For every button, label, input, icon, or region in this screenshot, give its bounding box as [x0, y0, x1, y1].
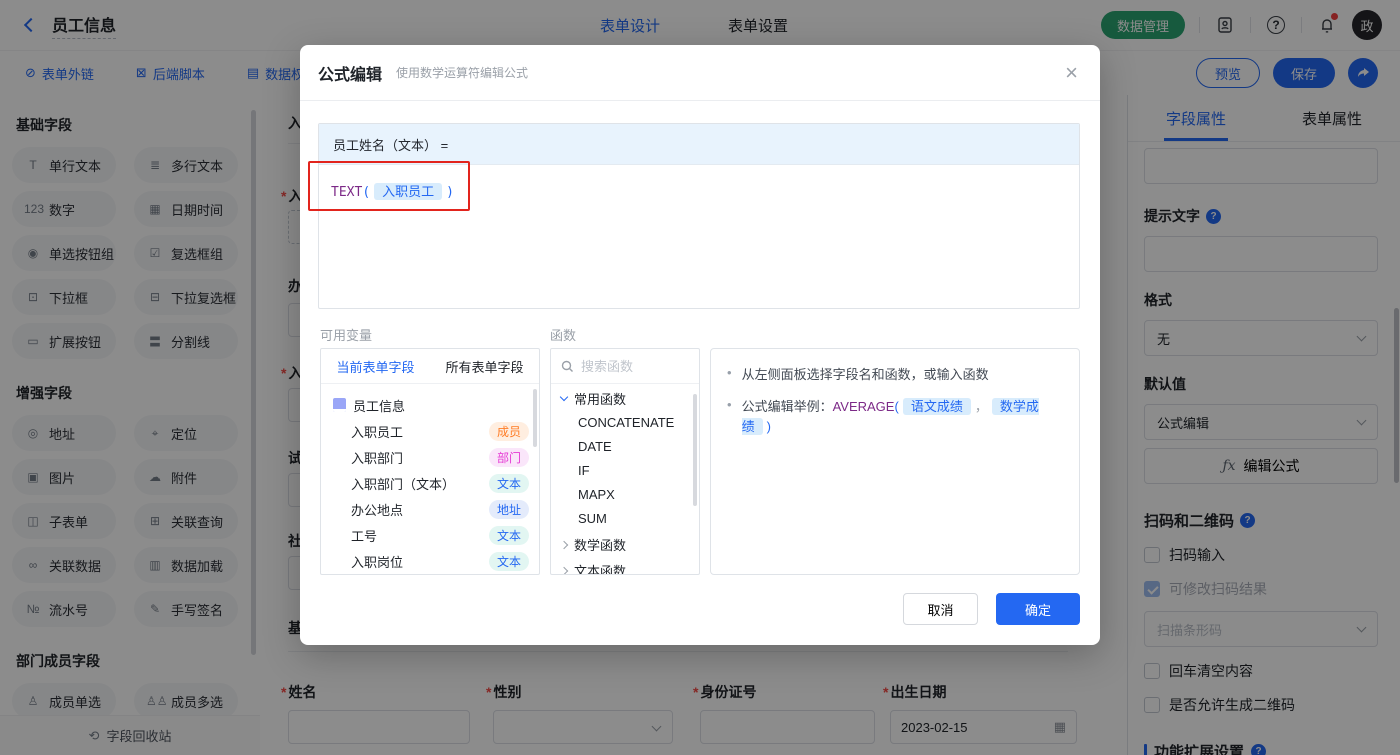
- type-badge: 地址: [488, 499, 529, 519]
- help-line-1: 从左侧面板选择字段名和函数，或输入函数: [741, 367, 989, 382]
- function-item-date[interactable]: DATE: [551, 434, 699, 458]
- formula-input-area[interactable]: TEXT(入职员工): [319, 165, 1079, 216]
- function-search: [551, 349, 699, 384]
- function-item-concatenate[interactable]: CONCATENATE: [551, 410, 699, 434]
- function-search-input[interactable]: [581, 358, 681, 374]
- bullet-icon: •: [727, 397, 732, 412]
- chevron-right-icon: [559, 566, 569, 574]
- formula-field-chip[interactable]: 入职员工: [374, 183, 443, 200]
- type-badge: 成员: [488, 421, 529, 441]
- chevron-down-icon: [559, 392, 569, 402]
- chevron-right-icon: [559, 540, 569, 549]
- cancel-button[interactable]: 取消: [903, 593, 978, 625]
- search-icon: [561, 360, 573, 372]
- help-line-2: 公式编辑举例：AVERAGE(语文成绩，数学成绩): [741, 398, 1039, 435]
- variables-label: 可用变量: [320, 328, 373, 343]
- type-badge: 部门: [488, 447, 529, 467]
- functions-label: 函数: [550, 328, 577, 343]
- help-panel: • 从左侧面板选择字段名和函数，或输入函数 • 公式编辑举例：AVERAGE(语…: [710, 348, 1080, 575]
- type-badge: 文本: [488, 525, 529, 545]
- formula-target: 员工姓名（文本） =: [319, 124, 1079, 165]
- example-field-chip: 语文成绩: [902, 398, 971, 415]
- confirm-button[interactable]: 确定: [996, 593, 1080, 625]
- variable-item[interactable]: 工号 文本: [321, 522, 539, 548]
- variable-item[interactable]: 入职部门 部门: [321, 444, 539, 470]
- function-item-mapx[interactable]: MAPX: [551, 482, 699, 506]
- function-item-if[interactable]: IF: [551, 458, 699, 482]
- variable-item[interactable]: 入职员工 成员: [321, 418, 539, 444]
- function-group-math[interactable]: 数学函数: [551, 533, 699, 556]
- functions-panel: 常用函数 CONCATENATE DATE IF MAPX SUM 数学函数 文…: [550, 348, 700, 575]
- type-badge: 文本: [488, 473, 529, 493]
- bullet-icon: •: [727, 365, 732, 380]
- formula-function-name: TEXT: [331, 185, 363, 200]
- variables-panel: 当前表单字段 所有表单字段 员工信息 入职员工 成员 入职部门 部门 入职部门（文本…: [320, 348, 540, 575]
- formula-editor-modal: 公式编辑 使用数学运算符编辑公式 × 员工姓名（文本） = TEXT(入职员工)…: [300, 45, 1100, 645]
- functions-scrollbar[interactable]: [693, 394, 697, 506]
- function-item-sum[interactable]: SUM: [551, 506, 699, 530]
- tab-current-form-fields[interactable]: 当前表单字段: [321, 349, 430, 383]
- function-group-text[interactable]: 文本函数: [551, 559, 699, 574]
- type-badge: 文本: [488, 551, 529, 571]
- close-icon[interactable]: ×: [1065, 61, 1078, 84]
- variable-root-node[interactable]: 员工信息: [321, 392, 539, 418]
- variable-item[interactable]: 入职岗位 文本: [321, 548, 539, 574]
- variable-item[interactable]: 入职部门（文本） 文本: [321, 470, 539, 496]
- form-doc-icon: [333, 398, 346, 412]
- function-group-common[interactable]: 常用函数: [551, 387, 699, 410]
- variable-item[interactable]: 办公地点 地址: [321, 496, 539, 522]
- tab-all-form-fields[interactable]: 所有表单字段: [430, 349, 539, 383]
- modal-title: 公式编辑: [318, 66, 383, 84]
- modal-subtitle: 使用数学运算符编辑公式: [396, 66, 529, 80]
- variables-scrollbar[interactable]: [533, 389, 537, 447]
- formula-editor-box: 员工姓名（文本） = TEXT(入职员工): [318, 123, 1080, 309]
